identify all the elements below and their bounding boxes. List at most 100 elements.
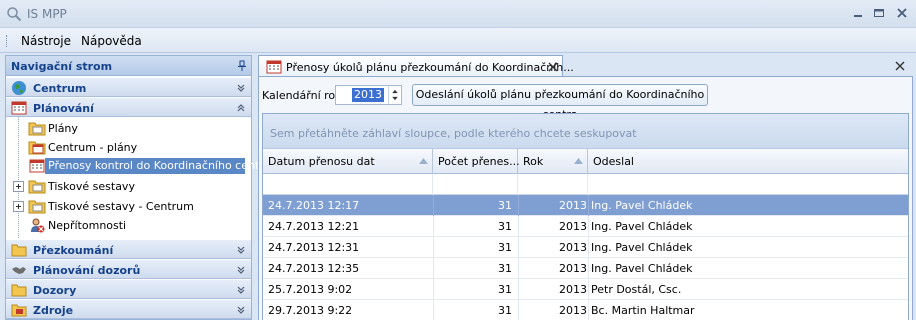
- nav-group-label: Centrum: [33, 82, 87, 95]
- cell-year: 2013: [559, 199, 587, 212]
- chevron-down-icon: [237, 286, 245, 294]
- column-header-label: Datum přenosu dat: [268, 155, 375, 168]
- table-row[interactable]: 29.7.2013 9:22 31 2013 Bc. Martin Haltma…: [263, 300, 908, 320]
- sort-ascending-icon: [419, 158, 428, 164]
- cell-divider: [588, 216, 589, 237]
- nav-group-label: Dozory: [33, 284, 77, 297]
- folder-icon: [28, 200, 46, 214]
- folder-icon: [11, 284, 27, 297]
- nav-group-label: Přezkoumání: [33, 244, 114, 257]
- cell-sender: Bc. Martin Haltmar: [591, 304, 695, 317]
- year-value[interactable]: 2013: [352, 88, 384, 102]
- menu-tools[interactable]: Nástroje: [21, 34, 71, 48]
- cell-date: 25.7.2013 9:02: [268, 283, 353, 296]
- navigation-pane: Navigační strom Centrum Plánování Plány …: [5, 55, 271, 320]
- cell-divider: [588, 195, 589, 216]
- minimize-icon[interactable]: [849, 4, 867, 22]
- nav-group-centrum[interactable]: Centrum: [6, 77, 251, 97]
- chevron-down-icon: [237, 246, 245, 254]
- menu-help[interactable]: Nápověda: [81, 34, 142, 48]
- nav-group-dozory[interactable]: Dozory: [6, 279, 251, 299]
- cell-year: 2013: [559, 220, 587, 233]
- nav-group-label: Plánování dozorů: [33, 264, 141, 277]
- close-tab-icon[interactable]: [548, 62, 558, 72]
- column-header-count[interactable]: Počet přenes...: [433, 149, 520, 174]
- group-by-panel[interactable]: Sem přetáhněte záhlaví sloupce, podle kt…: [263, 114, 908, 149]
- filter-cell[interactable]: [263, 174, 433, 195]
- tree-item-label: Plány: [48, 122, 78, 135]
- filter-cell[interactable]: [433, 174, 518, 195]
- tree-item-tiskove-sestavy-centrum[interactable]: Tiskové sestavy - Centrum: [6, 197, 251, 216]
- table-row[interactable]: 24.7.2013 12:17 31 2013 Ing. Pavel Chlád…: [263, 195, 908, 216]
- table-row[interactable]: 24.7.2013 12:31 31 2013 Ing. Pavel Chlád…: [263, 237, 908, 258]
- column-header-label: Rok: [523, 155, 544, 168]
- calendar-grid-icon: [266, 60, 282, 74]
- cell-date: 24.7.2013 12:21: [268, 220, 360, 233]
- menu-grip[interactable]: [6, 35, 9, 47]
- cell-divider: [433, 237, 434, 258]
- tree-item-centrum-plany[interactable]: Centrum - plány: [6, 138, 251, 157]
- cell-date: 24.7.2013 12:35: [268, 262, 360, 275]
- column-header-sender[interactable]: Odeslal: [588, 149, 908, 174]
- group-by-hint: Sem přetáhněte záhlaví sloupce, podle kt…: [270, 127, 637, 140]
- year-spinner[interactable]: 2013: [335, 85, 402, 105]
- navigation-title: Navigační strom: [11, 60, 113, 73]
- magnifier-icon: [7, 7, 22, 22]
- menu-bar: Nástroje Nápověda: [0, 28, 916, 53]
- close-panel-icon[interactable]: [895, 61, 905, 71]
- table-row[interactable]: 25.7.2013 9:02 31 2013 Petr Dostál, Csc.: [263, 279, 908, 300]
- folder-icon: [28, 122, 46, 136]
- tree-item-nepritomnosti[interactable]: Nepřítomnosti: [6, 216, 251, 235]
- window-title: IS MPP: [27, 7, 67, 21]
- filter-cell[interactable]: [518, 174, 588, 195]
- cell-sender: Petr Dostál, Csc.: [591, 283, 682, 296]
- sort-ascending-icon: [574, 158, 583, 164]
- table-row[interactable]: 24.7.2013 12:21 31 2013 Ing. Pavel Chlád…: [263, 216, 908, 237]
- cell-divider: [433, 258, 434, 279]
- nav-group-planovani-dozoru[interactable]: Plánování dozorů: [6, 259, 251, 279]
- document-tab[interactable]: Přenosy úkolů plánu přezkoumání do Koord…: [258, 55, 574, 77]
- cell-date: 24.7.2013 12:17: [268, 199, 360, 212]
- cell-divider: [588, 237, 589, 258]
- nav-group-planovani[interactable]: Plánování: [6, 97, 251, 117]
- expand-icon[interactable]: [13, 181, 24, 192]
- document-tab-label: Přenosy úkolů plánu přezkoumání do Koord…: [286, 61, 574, 74]
- cell-divider: [588, 300, 589, 320]
- tree-item-label: Centrum - plány: [48, 141, 138, 154]
- tree-item-label: Nepřítomnosti: [48, 219, 127, 232]
- cell-divider: [518, 258, 519, 279]
- close-icon[interactable]: [893, 4, 911, 22]
- cell-year: 2013: [559, 262, 587, 275]
- nav-group-prezkoumani[interactable]: Přezkoumání: [6, 239, 251, 259]
- tree-item-label: Tiskové sestavy: [48, 180, 135, 193]
- tree-item-plany[interactable]: Plány: [6, 119, 251, 138]
- cell-divider: [518, 279, 519, 300]
- cell-count: 31: [498, 199, 512, 212]
- cell-count: 31: [498, 220, 512, 233]
- cell-divider: [433, 279, 434, 300]
- pin-icon[interactable]: [237, 60, 247, 72]
- table-row[interactable]: 24.7.2013 12:35 31 2013 Ing. Pavel Chlád…: [263, 258, 908, 279]
- cell-divider: [588, 279, 589, 300]
- calendar-grid-icon: [29, 159, 45, 173]
- cell-divider: [433, 195, 434, 216]
- tree-item-label: Přenosy kontrol do Koordinačního centra: [45, 158, 271, 174]
- column-header-label: Počet přenes...: [438, 155, 520, 168]
- nav-group-label: Plánování: [33, 102, 94, 115]
- title-bar: IS MPP: [0, 0, 916, 28]
- cell-divider: [433, 216, 434, 237]
- nav-group-label: Zdroje: [33, 304, 74, 317]
- cell-sender: Ing. Pavel Chládek: [591, 241, 693, 254]
- spin-arrows-icon[interactable]: [388, 86, 401, 104]
- expand-icon[interactable]: [13, 201, 24, 212]
- cell-year: 2013: [559, 241, 587, 254]
- column-header-date[interactable]: Datum přenosu dat: [263, 149, 433, 174]
- tree-item-prenosy-kontrol[interactable]: Přenosy kontrol do Koordinačního centra: [6, 157, 271, 176]
- column-header-year[interactable]: Rok: [518, 149, 588, 174]
- tree-item-tiskove-sestavy[interactable]: Tiskové sestavy: [6, 177, 251, 196]
- send-to-coordination-button[interactable]: Odeslání úkolů plánu přezkoumání do Koor…: [412, 84, 708, 121]
- maximize-icon[interactable]: [870, 4, 888, 22]
- nav-group-zdroje[interactable]: Zdroje: [6, 299, 251, 319]
- filter-row[interactable]: [263, 174, 908, 195]
- user-absence-icon: [31, 218, 45, 233]
